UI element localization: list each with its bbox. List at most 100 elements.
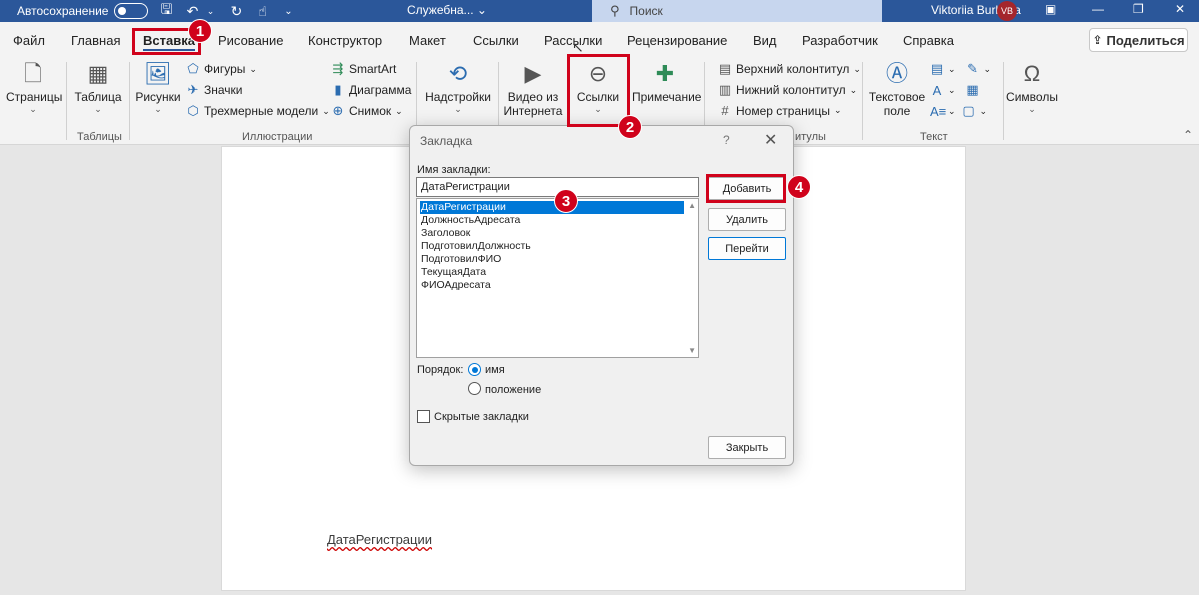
online-video-label-1: Видео из: [507, 90, 559, 104]
tab-file[interactable]: Файл: [13, 33, 45, 48]
save-icon[interactable]: 🖫: [158, 0, 174, 23]
chevron-down-icon: ⌄: [249, 63, 257, 74]
order-name-radio[interactable]: [468, 363, 481, 376]
hidden-bookmarks-checkbox[interactable]: [417, 410, 430, 423]
pictures-label: Рисунки: [135, 90, 181, 104]
table-icon: ▦: [87, 61, 109, 86]
touch-mode-icon[interactable]: ☝: [254, 3, 270, 20]
step-badge-2: 2: [618, 115, 642, 139]
textbox-icon: Ⓐ: [885, 61, 908, 86]
icons-button[interactable]: ✈ Значки: [186, 82, 243, 98]
tab-design[interactable]: Конструктор: [308, 33, 382, 48]
mouse-cursor-icon: ↖: [572, 39, 584, 55]
picture-icon: 🖼: [144, 61, 172, 86]
restore-icon[interactable]: ❐: [1133, 2, 1144, 16]
wordart-button[interactable]: A ⌄ ▦: [930, 82, 980, 98]
close-window-icon[interactable]: ✕: [1175, 2, 1185, 16]
footer-label: Нижний колонтитул: [736, 83, 846, 97]
order-position-radio[interactable]: [468, 382, 481, 395]
drop-cap-icon: A≡: [930, 103, 947, 119]
bookmark-list[interactable]: ДатаРегистрации ДолжностьАдресата Заголо…: [416, 198, 699, 358]
tab-draw[interactable]: Рисование: [218, 33, 283, 48]
minimize-icon[interactable]: —: [1092, 2, 1104, 16]
order-position-label: положение: [485, 384, 542, 396]
tab-home[interactable]: Главная: [71, 33, 120, 48]
undo-icon[interactable]: ↶: [184, 3, 200, 20]
icons-label: Значки: [204, 83, 243, 97]
header-button[interactable]: ▤ Верхний колонтитул ⌄: [718, 61, 861, 77]
screenshot-button[interactable]: ⊕ Снимок ⌄: [331, 103, 403, 119]
footer-button[interactable]: ▥ Нижний колонтитул ⌄: [718, 82, 857, 98]
title-bar: Автосохранение 🖫 ↶ ⌄ ↻ ☝ ⌄ Служебна... ⌄…: [0, 0, 1199, 22]
object-icon: ▢: [962, 103, 975, 118]
tab-developer[interactable]: Разработчик: [802, 33, 878, 48]
list-item[interactable]: ПодготовилФИО: [420, 253, 684, 266]
collapse-ribbon-icon[interactable]: ⌃: [1183, 128, 1193, 142]
quick-parts-button[interactable]: ▤ ⌄ ✎ ⌄: [930, 61, 991, 77]
symbols-label: Символы: [1006, 90, 1058, 104]
header-icon: ▤: [718, 61, 732, 76]
ribbon-display-icon[interactable]: ▣: [1045, 2, 1056, 16]
textbox-label-1: Текстовое: [868, 90, 926, 104]
pictures-button[interactable]: 🖼 Рисунки ⌄: [135, 61, 181, 115]
autosave-toggle[interactable]: [114, 3, 149, 19]
chevron-down-icon[interactable]: ⌄: [202, 6, 218, 17]
textbox-button[interactable]: Ⓐ Текстовое поле: [866, 61, 928, 118]
list-item[interactable]: ПодготовилДолжность: [420, 240, 684, 253]
step-badge-4: 4: [787, 175, 811, 199]
symbols-button[interactable]: Ω Символы ⌄: [1006, 61, 1058, 115]
icons-icon: ✈: [187, 82, 199, 97]
scroll-down-icon[interactable]: ▼: [688, 346, 696, 355]
smartart-icon: ⇶: [332, 61, 344, 76]
goto-button[interactable]: Перейти: [708, 237, 786, 260]
step-badge-1: 1: [188, 19, 212, 43]
list-item[interactable]: Заголовок: [420, 227, 684, 240]
list-item[interactable]: ФИОАдресата: [420, 279, 684, 292]
tab-view[interactable]: Вид: [753, 33, 777, 48]
list-item[interactable]: ТекущаяДата: [420, 266, 684, 279]
tab-references[interactable]: Ссылки: [473, 33, 519, 48]
screenshot-label: Снимок: [349, 104, 392, 118]
page-number-button[interactable]: # Номер страницы ⌄: [718, 103, 841, 118]
comment-button[interactable]: ✚ Примечание: [632, 61, 702, 104]
addins-button[interactable]: ⟲ Надстройки ⌄: [422, 61, 494, 115]
help-icon[interactable]: ?: [723, 133, 730, 147]
cube-icon: ⬡: [187, 103, 199, 118]
date-time-icon: ▦: [966, 82, 979, 97]
delete-button[interactable]: Удалить: [708, 208, 786, 231]
share-button[interactable]: ⇪ Поделиться: [1089, 28, 1188, 52]
shapes-button[interactable]: ⬠ Фигуры ⌄: [186, 61, 257, 77]
online-video-button[interactable]: ▶ Видео из Интернета: [503, 61, 563, 118]
screenshot-icon: ⊕: [332, 103, 344, 118]
chart-button[interactable]: ▮ Диаграмма: [331, 82, 411, 98]
avatar[interactable]: VB: [997, 1, 1017, 21]
pages-button[interactable]: 🗋 Страницы ⌄: [6, 61, 62, 115]
highlight-add-button: [706, 174, 786, 203]
scroll-up-icon[interactable]: ▲: [688, 201, 696, 210]
redo-icon[interactable]: ↻: [228, 3, 244, 20]
order-name-label: имя: [485, 364, 505, 376]
close-button[interactable]: Закрыть: [708, 436, 786, 459]
search-box[interactable]: ⚲ Поиск: [592, 0, 882, 22]
search-placeholder: Поиск: [629, 4, 663, 18]
page-number-icon: #: [721, 103, 729, 118]
wordart-icon: A: [932, 82, 942, 98]
group-text-label: Текст: [920, 131, 948, 143]
document-name[interactable]: Служебна... ⌄: [407, 3, 487, 17]
tab-layout[interactable]: Макет: [409, 33, 446, 48]
document-text[interactable]: ДатаРегистрации: [327, 532, 432, 547]
tab-review[interactable]: Рецензирование: [627, 33, 727, 48]
comment-label: Примечание: [632, 90, 702, 104]
table-button[interactable]: ▦ Таблица ⌄: [74, 61, 122, 115]
smartart-button[interactable]: ⇶ SmartArt: [331, 61, 397, 77]
page-number-label: Номер страницы: [736, 103, 830, 118]
tab-help[interactable]: Справка: [903, 33, 954, 48]
customize-toolbar-icon[interactable]: ⌄: [280, 6, 296, 17]
3d-models-button[interactable]: ⬡ Трехмерные модели ⌄: [186, 103, 329, 119]
close-icon[interactable]: ✕: [764, 130, 777, 150]
drop-cap-button[interactable]: A≡ ⌄ ▢ ⌄: [930, 103, 987, 119]
search-icon: ⚲: [610, 3, 620, 18]
list-item[interactable]: ДатаРегистрации: [420, 201, 684, 214]
chart-label: Диаграмма: [349, 83, 412, 97]
list-item[interactable]: ДолжностьАдресата: [420, 214, 684, 227]
